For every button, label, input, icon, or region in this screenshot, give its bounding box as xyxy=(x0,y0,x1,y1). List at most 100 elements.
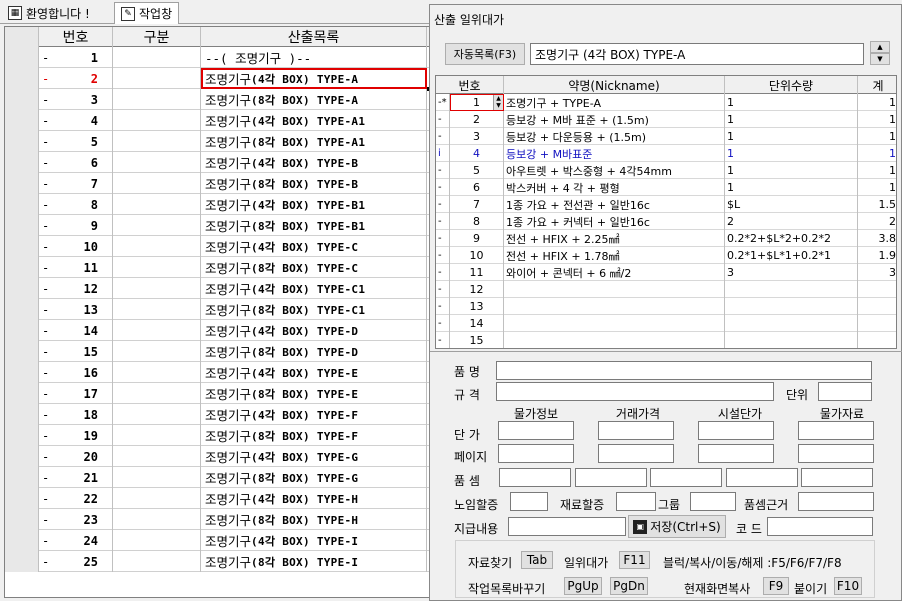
tab-workspace[interactable]: ✎ 작업창 xyxy=(114,2,180,24)
row-item-cell[interactable]: 조명기구 (8각 BOX) TYPE-D xyxy=(201,341,427,362)
danga-price-info-input[interactable] xyxy=(498,421,574,440)
gyugyeok-input[interactable] xyxy=(496,382,774,401)
list-item[interactable]: -6 박스커버 + 4 각 + 평형 1 1 xyxy=(436,179,896,196)
row-gubun-cell[interactable] xyxy=(113,551,201,572)
pummyeong-input[interactable] xyxy=(496,361,872,380)
row-selector[interactable] xyxy=(5,362,39,383)
list-item[interactable]: -* 1 ▲ ▼ 조명기구 + TYPE-A 1 1 xyxy=(436,94,896,111)
table-row[interactable]: - 14 조명기구 (4각 BOX) TYPE-D xyxy=(5,320,429,341)
shortcut-key-f11[interactable]: F11 xyxy=(619,551,650,569)
row-selector[interactable] xyxy=(5,257,39,278)
jigeup-input[interactable] xyxy=(508,517,626,536)
pumsem-input-2[interactable] xyxy=(575,468,647,487)
row-item-cell[interactable]: 조명기구 (8각 BOX) TYPE-C1 xyxy=(201,299,427,320)
row-nickname[interactable]: 등보강 + M바 표준 + (1.5m) xyxy=(504,111,725,128)
row-gubun-cell[interactable] xyxy=(113,68,201,89)
save-button[interactable]: ▣ 저장(Ctrl+S) xyxy=(628,515,726,538)
list-item[interactable]: -11 와이어 + 콘넥터 + 6 ㎟/2 3 3 xyxy=(436,264,896,281)
row-item-cell[interactable]: 조명기구 (8각 BOX) TYPE-G xyxy=(201,467,427,488)
pumsem-input-4[interactable] xyxy=(726,468,798,487)
shortcut-key-tab[interactable]: Tab xyxy=(521,551,553,569)
table-row[interactable]: -1 --( 조명기구 )-- xyxy=(5,47,429,68)
row-nickname[interactable]: 등보강 + 다운등용 + (1.5m) xyxy=(504,128,725,145)
table-row[interactable]: -8 조명기구 (4각 BOX) TYPE-B1 xyxy=(5,194,429,215)
row-gubun-cell[interactable] xyxy=(113,488,201,509)
page-facility-input[interactable] xyxy=(698,444,774,463)
row-unit-qty[interactable]: $L xyxy=(725,196,858,213)
row-selector[interactable] xyxy=(5,47,39,68)
list-item[interactable]: - 7 1종 가요 + 전선관 + 일반16c $L 1.5 xyxy=(436,196,896,213)
pumsem-basis-input[interactable] xyxy=(798,492,874,511)
list-item[interactable]: -3 등보강 + 다운등용 + (1.5m) 1 1 xyxy=(436,128,896,145)
table-row[interactable]: -2 조명기구 (4각 BOX) TYPE-A xyxy=(5,68,429,89)
jaeryo-input[interactable] xyxy=(616,492,656,511)
row-unit-qty[interactable]: 1 xyxy=(725,94,858,111)
pumsem-input-3[interactable] xyxy=(650,468,722,487)
code-input[interactable] xyxy=(767,517,873,536)
row-gubun-cell[interactable] xyxy=(113,446,201,467)
table-row[interactable]: -5 조명기구 (8각 BOX) TYPE-A1 xyxy=(5,131,429,152)
row-gubun-cell[interactable] xyxy=(113,278,201,299)
table-row[interactable]: -3 조명기구 (8각 BOX) TYPE-A xyxy=(5,89,429,110)
danga-trade-price-input[interactable] xyxy=(598,421,674,440)
row-gubun-cell[interactable] xyxy=(113,530,201,551)
pumsem-input-5[interactable] xyxy=(801,468,873,487)
shortcut-key-f9[interactable]: F9 xyxy=(763,577,789,595)
table-row[interactable]: - 19 조명기구 (8각 BOX) TYPE-F xyxy=(5,425,429,446)
row-nickname[interactable]: 전선 + HFIX + 2.25㎟ xyxy=(504,230,725,247)
row-selector[interactable] xyxy=(5,299,39,320)
row-item-cell[interactable]: 조명기구 (8각 BOX) TYPE-A xyxy=(201,89,427,110)
danga-price-data-input[interactable] xyxy=(798,421,874,440)
row-gubun-cell[interactable] xyxy=(113,404,201,425)
row-nickname[interactable]: 와이어 + 콘넥터 + 6 ㎟/2 xyxy=(504,264,725,281)
row-unit-qty[interactable]: 0.2*2+$L*2+0.2*2 xyxy=(725,230,858,247)
row-gubun-cell[interactable] xyxy=(113,257,201,278)
list-item[interactable]: - 10 전선 + HFIX + 1.78㎟ 0.2*1+$L*1+0.2*1 1.9 xyxy=(436,247,896,264)
table-row[interactable]: - 24 조명기구 (4각 BOX) TYPE-I xyxy=(5,530,429,551)
table-row[interactable]: - 13 조명기구 (8각 BOX) TYPE-C1 xyxy=(5,299,429,320)
row-unit-qty[interactable]: 3 xyxy=(725,264,858,281)
row-selector[interactable] xyxy=(5,68,39,89)
table-row[interactable]: - 23 조명기구 (8각 BOX) TYPE-H xyxy=(5,509,429,530)
table-row[interactable]: -6 조명기구 (4각 BOX) TYPE-B xyxy=(5,152,429,173)
row-gubun-cell[interactable] xyxy=(113,362,201,383)
row-nickname[interactable] xyxy=(504,315,725,332)
row-gubun-cell[interactable] xyxy=(113,47,201,68)
row-item-cell[interactable]: 조명기구 (8각 BOX) TYPE-H xyxy=(201,509,427,530)
table-row[interactable]: -9 조명기구 (8각 BOX) TYPE-B1 xyxy=(5,215,429,236)
row-selector[interactable] xyxy=(5,551,39,572)
page-trade-price-input[interactable] xyxy=(598,444,674,463)
row-selector[interactable] xyxy=(5,215,39,236)
row-nickname[interactable]: 전선 + HFIX + 1.78㎟ xyxy=(504,247,725,264)
row-item-cell[interactable]: 조명기구 (8각 BOX) TYPE-I xyxy=(201,551,427,572)
row-selector[interactable] xyxy=(5,404,39,425)
row-unit-qty[interactable]: 0.2*1+$L*1+0.2*1 xyxy=(725,247,858,264)
row-selector[interactable] xyxy=(5,236,39,257)
row-unit-qty[interactable]: 1 xyxy=(725,128,858,145)
row-unit-qty[interactable] xyxy=(725,281,858,298)
row-item-cell[interactable]: 조명기구 (4각 BOX) TYPE-A1 xyxy=(201,110,427,131)
row-unit-qty[interactable] xyxy=(725,332,858,348)
row-nickname[interactable]: 박스커버 + 4 각 + 평형 xyxy=(504,179,725,196)
page-price-data-input[interactable] xyxy=(798,444,874,463)
row-gubun-cell[interactable] xyxy=(113,509,201,530)
row-nickname[interactable]: 등보강 + M바표준 xyxy=(504,145,725,162)
table-row[interactable]: - 17 조명기구 (8각 BOX) TYPE-E xyxy=(5,383,429,404)
row-item-cell[interactable]: 조명기구 (4각 BOX) TYPE-B1 xyxy=(201,194,427,215)
row-gubun-cell[interactable] xyxy=(113,341,201,362)
row-gubun-cell[interactable] xyxy=(113,110,201,131)
row-item-cell[interactable]: 조명기구 (8각 BOX) TYPE-B xyxy=(201,173,427,194)
row-nickname[interactable] xyxy=(504,332,725,348)
row-selector[interactable] xyxy=(5,425,39,446)
row-item-cell[interactable]: 조명기구 (8각 BOX) TYPE-A1 xyxy=(201,131,427,152)
auto-list-button[interactable]: 자동목록(F3) xyxy=(445,43,525,65)
list-item[interactable]: - 12 xyxy=(436,281,896,298)
row-gubun-cell[interactable] xyxy=(113,194,201,215)
row-gubun-cell[interactable] xyxy=(113,467,201,488)
row-nickname[interactable]: 1종 가요 + 커넥터 + 일반16c xyxy=(504,213,725,230)
list-item[interactable]: -5 아우트렛 + 박스중형 + 4각54mm 1 1 xyxy=(436,162,896,179)
table-row[interactable]: - 12 조명기구 (4각 BOX) TYPE-C1 xyxy=(5,278,429,299)
row-nickname[interactable]: 조명기구 + TYPE-A xyxy=(504,94,725,111)
table-row[interactable]: - 10 조명기구 (4각 BOX) TYPE-C xyxy=(5,236,429,257)
row-item-cell[interactable]: 조명기구 (8각 BOX) TYPE-E xyxy=(201,383,427,404)
